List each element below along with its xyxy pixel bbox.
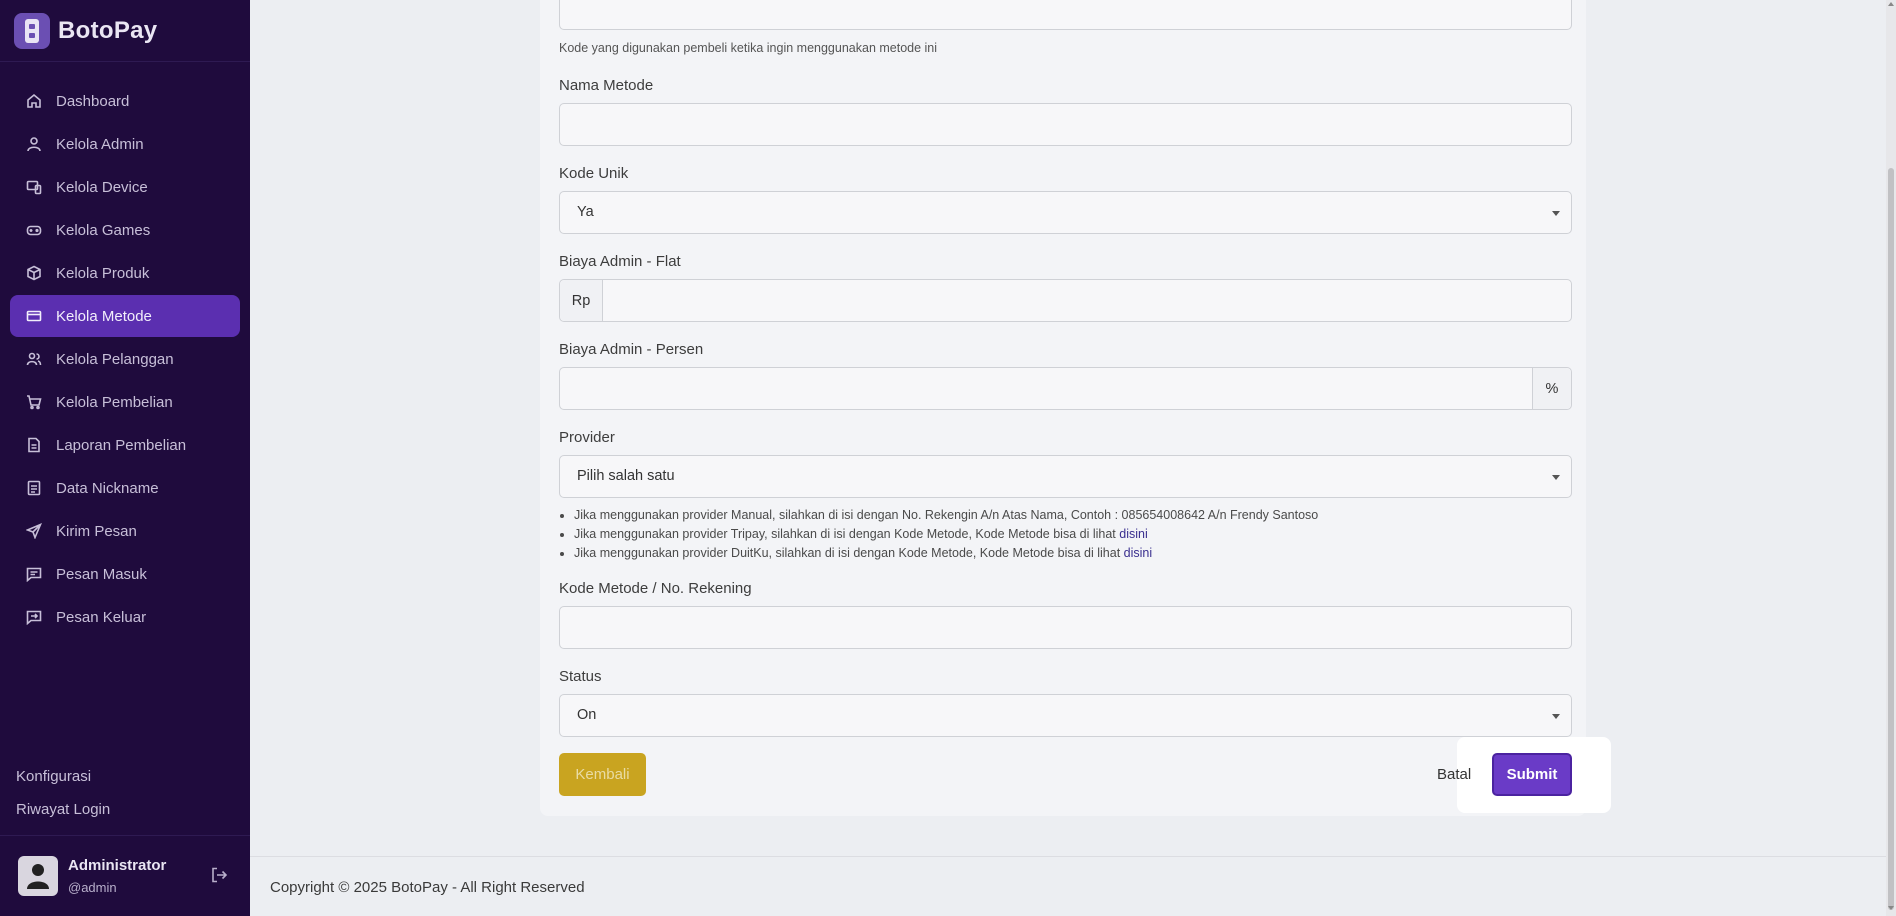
sidebar-item-kelola-metode[interactable]: Kelola Metode (10, 295, 240, 337)
sidebar-item-laporan-pembelian[interactable]: Laporan Pembelian (10, 424, 240, 466)
avatar[interactable] (18, 856, 58, 896)
home-icon (26, 93, 42, 109)
page-scrollbar[interactable] (1886, 0, 1896, 916)
list-item: Jika menggunakan provider Manual, silahk… (574, 506, 1318, 525)
sidebar-bottom-links: Konfigurasi Riwayat Login (0, 760, 250, 826)
sidebar: BotoPay Dashboard Kelola Admin Kelola De… (0, 0, 250, 916)
user-avatar-icon (27, 864, 49, 889)
sidebar-item-label: Kelola Metode (56, 307, 152, 325)
sidebar-item-kelola-pembelian[interactable]: Kelola Pembelian (10, 381, 240, 423)
sidebar-item-label: Kelola Pembelian (56, 393, 173, 411)
sidebar-item-label: Pesan Masuk (56, 565, 147, 583)
footer-copyright: Copyright © 2025 BotoPay - All Right Res… (270, 879, 585, 896)
kode-unik-select[interactable]: Ya (559, 191, 1572, 234)
credit-card-icon (26, 308, 42, 324)
devices-icon (26, 179, 42, 195)
duitku-disini-link[interactable]: disini (1124, 546, 1153, 560)
rp-prefix: Rp (560, 280, 603, 321)
brand-name: BotoPay (58, 16, 158, 44)
provider-value: Pilih salah satu (577, 468, 675, 484)
gamepad-icon (26, 222, 42, 238)
nama-metode-label: Nama Metode (559, 77, 654, 94)
sidebar-item-label: Kelola Produk (56, 264, 150, 282)
kode-help-text: Kode yang digunakan pembeli ketika ingin… (559, 41, 938, 55)
nama-metode-input[interactable] (559, 103, 1572, 146)
scroll-up-arrow-icon[interactable] (1888, 2, 1894, 6)
sidebar-nav: Dashboard Kelola Admin Kelola Device Kel… (0, 62, 250, 638)
kode-rekening-input[interactable] (559, 606, 1572, 649)
konfigurasi-link[interactable]: Konfigurasi (0, 760, 250, 793)
chevron-down-icon (1552, 714, 1560, 719)
kode-metode-input[interactable] (559, 0, 1572, 30)
sidebar-item-label: Kelola Admin (56, 135, 144, 153)
brand[interactable]: BotoPay (0, 0, 250, 62)
sidebar-item-kelola-produk[interactable]: Kelola Produk (10, 252, 240, 294)
sidebar-item-label: Laporan Pembelian (56, 436, 187, 454)
batal-button[interactable]: Batal (1437, 766, 1471, 783)
tripay-disini-link[interactable]: disini (1119, 527, 1148, 541)
riwayat-login-link[interactable]: Riwayat Login (0, 793, 250, 826)
status-value: On (577, 707, 597, 723)
provider-label: Provider (559, 429, 615, 446)
cart-icon (26, 394, 42, 410)
user-profile: Administrator @admin (0, 835, 250, 916)
sidebar-item-pesan-keluar[interactable]: Pesan Keluar (10, 596, 240, 638)
users-icon (26, 351, 42, 367)
sidebar-item-kelola-games[interactable]: Kelola Games (10, 209, 240, 251)
file-icon (26, 437, 42, 453)
footer: Copyright © 2025 BotoPay - All Right Res… (250, 856, 1886, 916)
scroll-thumb[interactable] (1888, 168, 1894, 910)
send-icon (26, 523, 42, 539)
box-icon (26, 265, 42, 281)
sidebar-item-label: Pesan Keluar (56, 608, 147, 626)
sidebar-item-label: Dashboard (56, 92, 130, 110)
kode-rekening-label: Kode Metode / No. Rekening (559, 580, 752, 597)
logout-icon[interactable] (210, 866, 230, 886)
sidebar-item-label: Data Nickname (56, 479, 159, 497)
sidebar-item-data-nickname[interactable]: Data Nickname (10, 467, 240, 509)
brand-logo-icon (14, 12, 50, 49)
sidebar-item-kelola-device[interactable]: Kelola Device (10, 166, 240, 208)
chevron-down-icon (1552, 211, 1560, 216)
message-icon (26, 566, 42, 582)
chevron-down-icon (1552, 475, 1560, 480)
sidebar-item-label: Kirim Pesan (56, 522, 137, 540)
sidebar-item-dashboard[interactable]: Dashboard (10, 80, 240, 122)
user-info: Administrator @admin (68, 857, 210, 895)
status-select[interactable]: On (559, 694, 1572, 737)
provider-select[interactable]: Pilih salah satu (559, 455, 1572, 498)
submit-button[interactable]: Submit (1492, 753, 1572, 796)
sidebar-item-pesan-masuk[interactable]: Pesan Masuk (10, 553, 240, 595)
sidebar-item-label: Kelola Pelanggan (56, 350, 174, 368)
kode-unik-value: Ya (577, 204, 594, 220)
kode-unik-label: Kode Unik (559, 165, 629, 182)
user-icon (26, 136, 42, 152)
id-card-icon (26, 480, 42, 496)
list-item: Jika menggunakan provider DuitKu, silahk… (574, 544, 1318, 563)
sidebar-item-kelola-pelanggan[interactable]: Kelola Pelanggan (10, 338, 240, 380)
percent-suffix: % (1532, 368, 1571, 409)
sidebar-item-label: Kelola Games (56, 221, 151, 239)
status-label: Status (559, 668, 602, 685)
user-name: Administrator (68, 857, 167, 874)
biaya-flat-input[interactable]: Rp (559, 279, 1572, 322)
list-item: Jika menggunakan provider Tripay, silahk… (574, 525, 1318, 544)
biaya-persen-label: Biaya Admin - Persen (559, 341, 704, 358)
biaya-persen-input[interactable]: % (559, 367, 1572, 410)
scroll-down-arrow-icon[interactable] (1888, 906, 1894, 910)
sidebar-item-kelola-admin[interactable]: Kelola Admin (10, 123, 240, 165)
sidebar-item-label: Kelola Device (56, 178, 148, 196)
kembali-button[interactable]: Kembali (559, 753, 646, 796)
message-out-icon (26, 609, 42, 625)
sidebar-item-kirim-pesan[interactable]: Kirim Pesan (10, 510, 240, 552)
biaya-flat-label: Biaya Admin - Flat (559, 253, 681, 270)
user-handle: @admin (68, 880, 117, 895)
provider-notes: Jika menggunakan provider Manual, silahk… (574, 506, 1318, 563)
